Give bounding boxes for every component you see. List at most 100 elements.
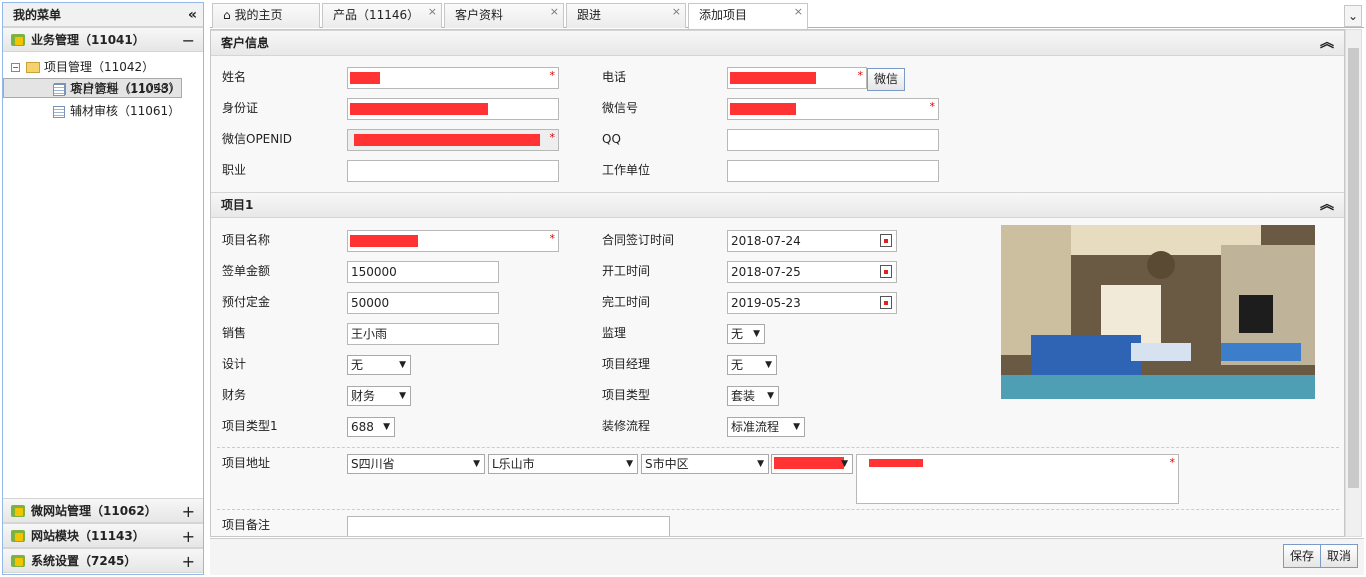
- required-mark: *: [1169, 456, 1176, 469]
- tab-label: 客户资料: [455, 8, 504, 22]
- required-mark: *: [549, 232, 556, 245]
- tab-followup[interactable]: 跟进 ×: [566, 3, 686, 28]
- accordion-label: 业务管理（11041）: [31, 33, 145, 47]
- project-name-input[interactable]: *: [347, 230, 559, 252]
- dropdown-arrow-icon: ▼: [793, 422, 800, 432]
- start-date-label: 开工时间: [602, 264, 651, 278]
- wechat-no-label: 微信号: [602, 101, 639, 115]
- collapse-sidebar-icon[interactable]: «: [188, 3, 197, 27]
- project-name-label: 项目名称: [222, 233, 271, 247]
- design-select[interactable]: 无 ▼: [347, 355, 411, 375]
- select-value: 套装: [731, 389, 756, 403]
- flow-select[interactable]: 标准流程 ▼: [727, 417, 805, 437]
- tab-home[interactable]: ⌂ 我的主页: [212, 3, 320, 28]
- name-input[interactable]: *: [347, 67, 559, 89]
- close-icon[interactable]: ×: [672, 1, 681, 23]
- accordion-label: 微网站管理（11062）: [31, 504, 157, 518]
- expand-icon[interactable]: +: [182, 499, 195, 524]
- tree-node-materials-review[interactable]: 辅材审核（11061）: [3, 100, 203, 122]
- date-value: 2018-07-25: [731, 265, 801, 279]
- close-icon[interactable]: ×: [550, 1, 559, 23]
- cancel-button[interactable]: 取消: [1320, 544, 1359, 568]
- job-label: 职业: [222, 163, 247, 177]
- start-date-input[interactable]: 2018-07-25: [727, 261, 897, 283]
- pm-select[interactable]: 无 ▼: [727, 355, 777, 375]
- select-value: S市中区: [645, 457, 689, 471]
- qq-input[interactable]: [727, 129, 939, 151]
- collapse-section-icon[interactable]: ︽: [1320, 31, 1334, 55]
- tab-add-project[interactable]: 添加项目 ×: [688, 3, 808, 29]
- amount-input[interactable]: 150000: [347, 261, 499, 283]
- sidebar-header: 我的菜单 «: [3, 3, 203, 27]
- contract-date-label: 合同签订时间: [602, 233, 675, 247]
- scrollbar-thumb[interactable]: [1348, 48, 1359, 488]
- tree-node-label: 辅材审核（11061）: [70, 104, 181, 118]
- wechat-no-input[interactable]: *: [727, 98, 939, 120]
- deposit-input[interactable]: 50000: [347, 292, 499, 314]
- close-icon[interactable]: ×: [428, 1, 437, 23]
- project-room-image: [1001, 225, 1315, 399]
- tab-customer-info[interactable]: 客户资料 ×: [444, 3, 564, 28]
- redaction-mark: [350, 72, 380, 84]
- sales-input[interactable]: 王小雨: [347, 323, 499, 345]
- project-type1-select[interactable]: 688 ▼: [347, 417, 395, 437]
- openid-input[interactable]: *: [347, 129, 559, 151]
- project-type1-label: 项目类型1: [222, 419, 278, 433]
- accordion-microsite[interactable]: 微网站管理（11062） +: [3, 498, 203, 523]
- province-select[interactable]: S四川省 ▼: [347, 454, 485, 474]
- deposit-label: 预付定金: [222, 295, 271, 309]
- supervisor-select[interactable]: 无 ▼: [727, 324, 765, 344]
- tab-label: 我的主页: [234, 8, 283, 22]
- tree-node-project[interactable]: 项目管理（11058）: [3, 78, 203, 100]
- district-select[interactable]: S市中区 ▼: [641, 454, 769, 474]
- accordion-website-modules[interactable]: 网站模块（11143） +: [3, 523, 203, 548]
- form-footer: 保存 取消: [210, 538, 1364, 575]
- tab-label: 添加项目: [699, 8, 748, 22]
- vertical-scrollbar[interactable]: [1345, 29, 1362, 537]
- finish-date-input[interactable]: 2019-05-23: [727, 292, 897, 314]
- city-select[interactable]: L乐山市 ▼: [488, 454, 638, 474]
- street-select[interactable]: ▼: [771, 454, 853, 474]
- select-value: S四川省: [351, 457, 395, 471]
- collapse-section-icon[interactable]: ︽: [1320, 193, 1334, 217]
- accordion-system-settings[interactable]: 系统设置（7245） +: [3, 548, 203, 573]
- address-detail-textarea[interactable]: *: [856, 454, 1179, 504]
- calendar-icon[interactable]: [880, 265, 892, 278]
- remark-input[interactable]: [347, 516, 670, 536]
- calendar-icon[interactable]: [880, 234, 892, 247]
- expand-icon[interactable]: +: [182, 524, 195, 549]
- tree-node-project-management[interactable]: − 项目管理（11042）: [3, 56, 203, 78]
- tab-bar: ⌂ 我的主页 产品（11146） × 客户资料 × 跟进 × 添加项目 × ⌄: [210, 2, 1364, 29]
- select-value: 无: [351, 358, 364, 372]
- tab-products[interactable]: 产品（11146） ×: [322, 3, 442, 28]
- accordion-business[interactable]: 业务管理（11041） −: [3, 27, 203, 52]
- project-type-select[interactable]: 套装 ▼: [727, 386, 779, 406]
- redaction-mark: [869, 459, 923, 467]
- idcard-input[interactable]: [347, 98, 559, 120]
- finance-select[interactable]: 财务 ▼: [347, 386, 411, 406]
- tree-toggle-icon[interactable]: −: [11, 63, 20, 72]
- collapse-icon[interactable]: −: [182, 28, 195, 53]
- wechat-button[interactable]: 微信: [867, 68, 906, 91]
- phone-input[interactable]: *: [727, 67, 867, 89]
- section-title: 客户信息: [221, 36, 270, 50]
- tab-menu-icon[interactable]: ⌄: [1344, 5, 1362, 27]
- select-value: 无: [731, 358, 744, 372]
- expand-icon[interactable]: +: [182, 549, 195, 574]
- save-button[interactable]: 保存: [1283, 544, 1322, 568]
- contract-date-input[interactable]: 2018-07-24: [727, 230, 897, 252]
- redaction-mark: [774, 457, 844, 469]
- calendar-icon[interactable]: [880, 296, 892, 309]
- accordion-label: 系统设置（7245）: [31, 554, 137, 568]
- pm-label: 项目经理: [602, 357, 651, 371]
- dropdown-arrow-icon: ▼: [399, 360, 406, 370]
- job-input[interactable]: [347, 160, 559, 182]
- company-input[interactable]: [727, 160, 939, 182]
- home-icon: ⌂: [223, 8, 231, 22]
- redaction-mark: [730, 72, 816, 84]
- dropdown-arrow-icon: ▼: [753, 329, 760, 339]
- tab-label: 跟进: [577, 8, 602, 22]
- tab-label: 产品（11146）: [333, 8, 420, 22]
- close-icon[interactable]: ×: [794, 1, 803, 23]
- required-mark: *: [929, 100, 936, 113]
